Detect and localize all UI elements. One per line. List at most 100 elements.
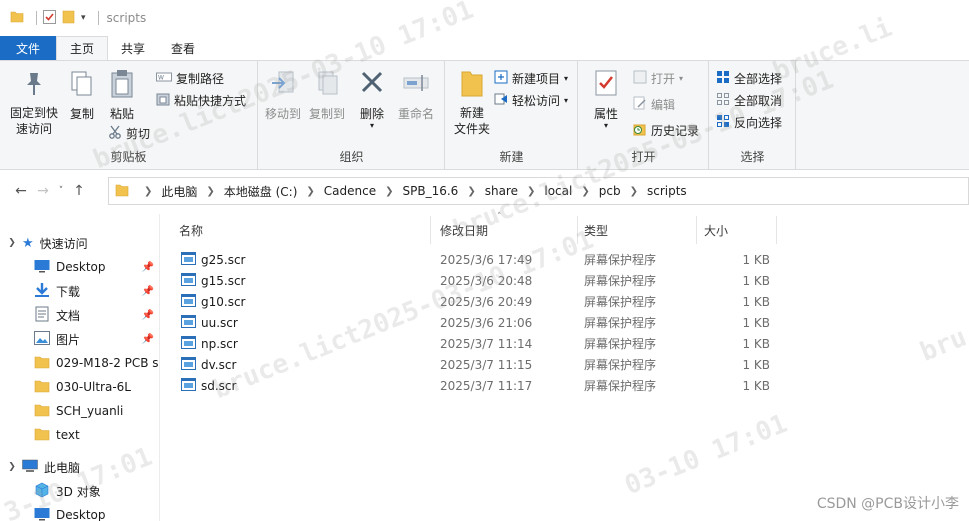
paste-button[interactable]: 粘贴 <box>104 69 140 122</box>
breadcrumb-local-disk[interactable]: 本地磁盘 (C:) <box>224 183 298 200</box>
edit-button[interactable]: 编辑 <box>633 96 675 113</box>
rename-button[interactable]: 重命名 <box>393 69 439 122</box>
properties-button[interactable]: 属性 ▾ <box>587 69 625 130</box>
folder-icon <box>34 403 50 420</box>
copy-icon <box>64 69 100 102</box>
nav-item-folder[interactable]: text <box>0 423 159 447</box>
pin-icon[interactable]: 📌 <box>142 286 154 297</box>
table-row[interactable]: uu.scr 2025/3/6 21:06 屏幕保护程序 1 KB <box>161 312 801 333</box>
quick-access-dropdown-icon[interactable]: ▾ <box>81 13 86 23</box>
copy-button[interactable]: 复制 <box>64 69 100 122</box>
expand-chevron-icon[interactable]: ❯ <box>6 238 18 248</box>
open-icon <box>633 70 647 87</box>
breadcrumb-this-pc[interactable]: 此电脑 <box>161 183 197 200</box>
open-button[interactable]: 打开 ▾ <box>633 70 683 87</box>
nav-item-label: 030-Ultra-6L <box>56 380 131 394</box>
properties-label: 属性 <box>593 107 618 121</box>
breadcrumb-separator-icon[interactable]: ❯ <box>144 186 152 197</box>
nav-item-desktop[interactable]: Desktop 📌 <box>0 255 159 279</box>
breadcrumb-local[interactable]: local <box>544 184 572 198</box>
column-header-date[interactable]: 修改日期 <box>431 216 578 244</box>
easy-access-button[interactable]: 轻松访问 ▾ <box>494 92 568 109</box>
nav-item-folder[interactable]: SCH_yuanli <box>0 399 159 423</box>
nav-item-folder[interactable]: 030-Ultra-6L <box>0 375 159 399</box>
breadcrumb-separator-icon[interactable]: ❯ <box>206 186 214 197</box>
column-header-type[interactable]: 类型 <box>578 216 697 244</box>
select-group: 全部选择 全部取消 反向选择 选择 <box>710 61 796 169</box>
back-arrow-icon[interactable]: ← <box>10 183 32 199</box>
pin-quick-access-button[interactable]: 固定到快 速访问 <box>6 69 62 137</box>
address-folder-icon <box>115 183 129 200</box>
forward-arrow-icon[interactable]: → <box>32 183 54 199</box>
file-date: 2025/3/6 20:48 <box>440 273 533 288</box>
address-bar[interactable]: ❯ 此电脑 ❯ 本地磁盘 (C:) ❯ Cadence ❯ SPB_16.6 ❯… <box>108 177 969 205</box>
nav-item-3d-objects[interactable]: 3D 对象 <box>0 479 159 503</box>
up-arrow-icon[interactable]: ↑ <box>68 183 90 199</box>
clipboard-group-label: 剪贴板 <box>110 150 147 164</box>
table-row[interactable]: g10.scr 2025/3/6 20:49 屏幕保护程序 1 KB <box>161 291 801 312</box>
file-date: 2025/3/7 11:15 <box>440 357 533 372</box>
download-arrow-icon <box>34 282 50 300</box>
pin-icon[interactable]: 📌 <box>142 262 154 273</box>
new-folder-icon[interactable] <box>62 10 75 27</box>
paste-shortcut-button[interactable]: 粘贴快捷方式 <box>156 92 246 109</box>
new-folder-button[interactable]: 新建 文件夹 <box>450 69 494 137</box>
paste-label: 粘贴 <box>109 107 134 121</box>
select-all-button[interactable]: 全部选择 <box>716 70 782 87</box>
pin-icon[interactable]: 📌 <box>142 334 154 345</box>
nav-item-label: text <box>56 428 80 442</box>
file-date: 2025/3/7 11:14 <box>440 336 533 351</box>
breadcrumb-cadence[interactable]: Cadence <box>324 184 376 198</box>
nav-this-pc[interactable]: ❯ 此电脑 <box>0 455 159 479</box>
nav-item-label: SCH_yuanli <box>56 404 124 418</box>
tab-file[interactable]: 文件 <box>0 36 57 60</box>
nav-item-pc-desktop[interactable]: Desktop <box>0 503 159 521</box>
copy-path-button[interactable]: W 复制路径 <box>156 70 224 87</box>
table-row[interactable]: g15.scr 2025/3/6 20:48 屏幕保护程序 1 KB <box>161 270 801 291</box>
copy-to-button[interactable]: 复制到 <box>305 69 349 122</box>
move-to-button[interactable]: 移动到 <box>261 69 305 122</box>
cut-button[interactable]: 剪切 <box>108 125 150 142</box>
breadcrumb-separator-icon[interactable]: ❯ <box>306 186 314 197</box>
nav-item-label: 3D 对象 <box>56 484 101 499</box>
breadcrumb-separator-icon[interactable]: ❯ <box>527 186 535 197</box>
file-size: 1 KB <box>742 294 770 309</box>
tab-share[interactable]: 共享 <box>108 36 158 60</box>
table-row[interactable]: dv.scr 2025/3/7 11:15 屏幕保护程序 1 KB <box>161 354 801 375</box>
table-row[interactable]: np.scr 2025/3/7 11:14 屏幕保护程序 1 KB <box>161 333 801 354</box>
column-header-name[interactable]: 名称 <box>161 216 431 244</box>
select-none-button[interactable]: 全部取消 <box>716 92 782 109</box>
column-header-size[interactable]: 大小 <box>697 216 777 244</box>
delete-dropdown-icon[interactable]: ▾ <box>355 122 389 130</box>
breadcrumb-share[interactable]: share <box>485 184 518 198</box>
new-item-button[interactable]: 新建项目 ▾ <box>494 70 568 87</box>
delete-button[interactable]: 删除 ▾ <box>355 69 389 130</box>
nav-item-folder[interactable]: 029-M18-2 PCB si <box>0 351 159 375</box>
table-row[interactable]: g25.scr 2025/3/6 17:49 屏幕保护程序 1 KB <box>161 249 801 270</box>
pin-icon[interactable]: 📌 <box>142 310 154 321</box>
tab-home[interactable]: 主页 <box>56 36 109 60</box>
properties-check-icon[interactable] <box>43 9 56 27</box>
properties-dropdown-icon[interactable]: ▾ <box>587 122 625 130</box>
nav-quick-access[interactable]: ❯ ★ 快速访问 <box>0 231 159 255</box>
breadcrumb-spb[interactable]: SPB_16.6 <box>403 184 459 198</box>
tab-view[interactable]: 查看 <box>158 36 208 60</box>
nav-item-label: 文档 <box>56 308 81 323</box>
breadcrumb-separator-icon[interactable]: ❯ <box>385 186 393 197</box>
history-button[interactable]: 历史记录 <box>633 122 699 139</box>
breadcrumb-separator-icon[interactable]: ❯ <box>581 186 589 197</box>
nav-item-pictures[interactable]: 图片 📌 <box>0 327 159 351</box>
expand-chevron-icon[interactable]: ❯ <box>6 462 18 472</box>
file-date: 2025/3/6 21:06 <box>440 315 533 330</box>
navigation-pane: ❯ ★ 快速访问 Desktop 📌 下载 📌 文档 📌 图片 📌 029-M1… <box>0 214 160 521</box>
breadcrumb-separator-icon[interactable]: ❯ <box>630 186 638 197</box>
file-type: 屏幕保护程序 <box>584 274 657 288</box>
breadcrumb-pcb[interactable]: pcb <box>599 184 621 198</box>
invert-selection-button[interactable]: 反向选择 <box>716 114 782 131</box>
breadcrumb-scripts[interactable]: scripts <box>647 184 687 198</box>
table-row[interactable]: sd.scr 2025/3/7 11:17 屏幕保护程序 1 KB <box>161 375 801 396</box>
recent-locations-chevron-icon[interactable]: ˅ <box>54 186 68 196</box>
nav-item-downloads[interactable]: 下载 📌 <box>0 279 159 303</box>
breadcrumb-separator-icon[interactable]: ❯ <box>467 186 475 197</box>
nav-item-documents[interactable]: 文档 📌 <box>0 303 159 327</box>
